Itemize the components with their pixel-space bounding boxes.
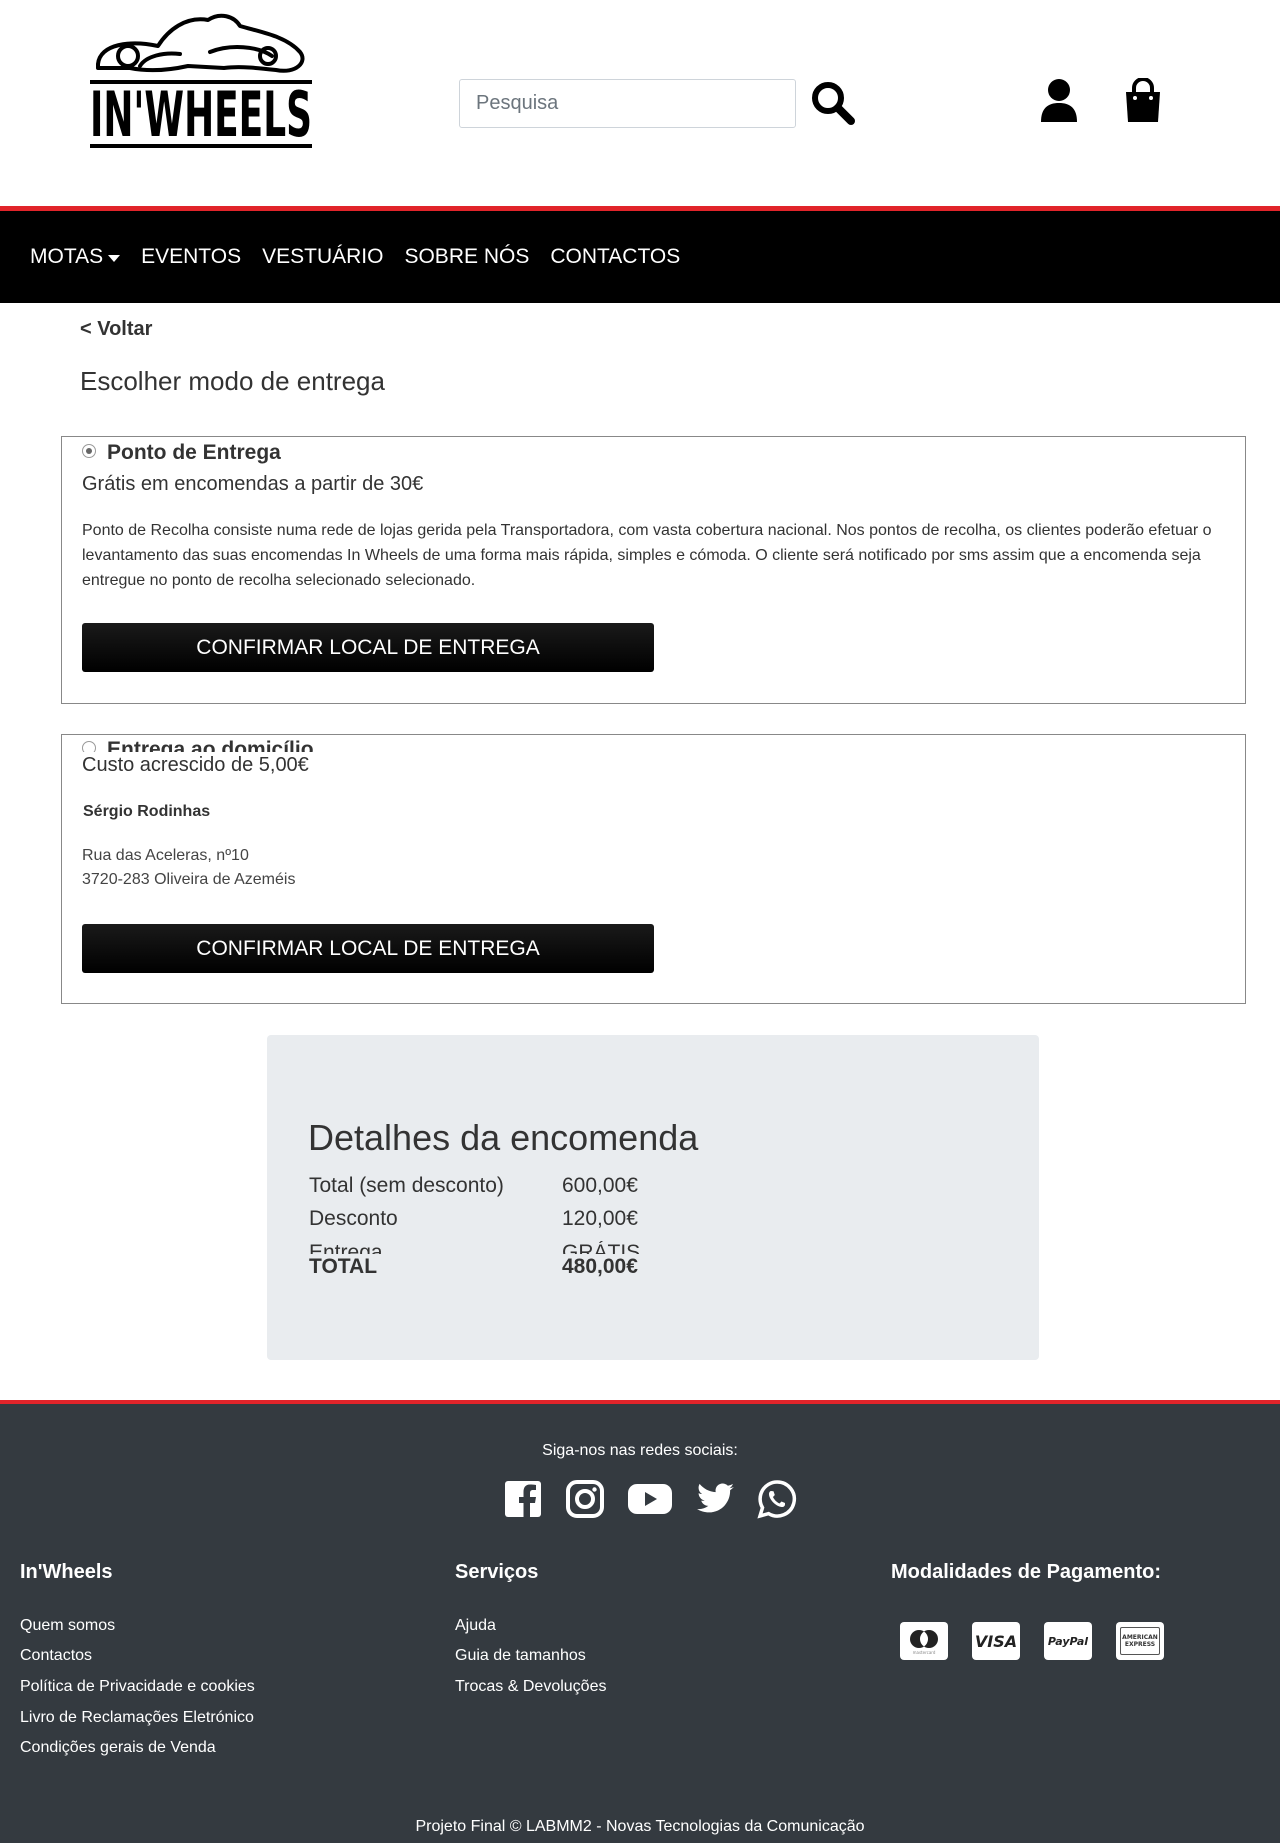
- order-total-label: TOTAL: [309, 1255, 378, 1278]
- nav-item-sobre-nos[interactable]: SOBRE NÓS: [404, 245, 529, 269]
- search-input[interactable]: [459, 79, 796, 128]
- confirm-pickup-button[interactable]: CONFIRMAR LOCAL DE ENTREGA: [82, 623, 654, 672]
- social-title: Siga-nos nas redes sociais:: [542, 1442, 738, 1459]
- facebook-icon[interactable]: [503, 1479, 543, 1519]
- nav-item-label: CONTACTOS: [550, 245, 681, 268]
- inwheels-logo[interactable]: IN'WHEELS: [90, 8, 320, 156]
- nav-item-vestuario[interactable]: VESTUÁRIO: [262, 245, 383, 269]
- footer-link[interactable]: Quem somos: [20, 1617, 115, 1635]
- footer-link[interactable]: Guia de tamanhos: [455, 1647, 586, 1665]
- order-row-value: GRÁTIS: [562, 1241, 641, 1254]
- search-icon[interactable]: [810, 80, 856, 126]
- order-row-label: Entrega: [309, 1241, 383, 1254]
- footer-col-title-servicos: Serviços: [455, 1561, 539, 1583]
- order-details-title: Detalhes da encomenda: [308, 1117, 699, 1158]
- amex-icon: AMERICAN EXPRESS: [1116, 1622, 1164, 1660]
- delivery-option-pickup: Ponto de Entrega Grátis em encomendas a …: [61, 436, 1246, 704]
- back-link[interactable]: < Voltar: [80, 318, 152, 341]
- footer-link[interactable]: Condições gerais de Venda: [20, 1739, 216, 1757]
- order-row-clip: Entrega GRÁTIS: [267, 1241, 1039, 1254]
- option-description: Ponto de Recolha consiste numa rede de l…: [82, 522, 1212, 589]
- page-title: Escolher modo de entrega: [80, 366, 385, 396]
- order-row-value: 600,00€: [562, 1174, 638, 1197]
- visa-icon: VISA: [972, 1622, 1020, 1660]
- svg-text:mastercard: mastercard: [913, 1650, 936, 1655]
- footer-col-title-inwheels: In'Wheels: [20, 1561, 113, 1583]
- site-header: IN'WHEELS: [0, 0, 1280, 206]
- site-footer: Siga-nos nas redes sociais: In'Wheels Qu…: [0, 1404, 1280, 1843]
- copyright: Projeto Final © LABMM2 - Novas Tecnologi…: [415, 1818, 865, 1835]
- footer-link[interactable]: Ajuda: [455, 1617, 496, 1635]
- footer-col-title-pagamento: Modalidades de Pagamento:: [891, 1561, 1162, 1583]
- shopping-bag-icon[interactable]: [1122, 77, 1164, 124]
- main-navbar: MOTAS EVENTOS VESTUÁRIO SOBRE NÓS CONTAC…: [0, 211, 1280, 303]
- footer-link[interactable]: Trocas & Devoluções: [455, 1678, 606, 1696]
- svg-text:IN'WHEELS: IN'WHEELS: [90, 78, 312, 151]
- footer-link[interactable]: Contactos: [20, 1647, 92, 1665]
- address-postal: 3720-283 Oliveira de Azeméis: [82, 871, 296, 888]
- pickup-radio[interactable]: [82, 444, 96, 458]
- order-row-label: Desconto: [309, 1207, 398, 1230]
- user-icon[interactable]: [1038, 78, 1080, 124]
- nav-item-contactos[interactable]: CONTACTOS: [550, 245, 680, 269]
- paypal-icon: PayPal: [1044, 1622, 1092, 1660]
- whatsapp-icon[interactable]: [757, 1479, 797, 1519]
- option-label: Ponto de Entrega: [107, 441, 281, 464]
- nav-item-label: EVENTOS: [141, 245, 242, 268]
- footer-link[interactable]: Livro de Reclamações Eletrónico: [20, 1709, 254, 1727]
- caret-down-icon: [108, 254, 121, 262]
- option-price: Custo acrescido de 5,00€: [82, 752, 315, 778]
- mastercard-icon: mastercard: [900, 1622, 948, 1660]
- address-street: Rua das Aceleras, nº10: [82, 847, 249, 864]
- order-row-value: 120,00€: [562, 1207, 638, 1230]
- option-price: Grátis em encomendas a partir de 30€: [82, 473, 424, 495]
- confirm-home-delivery-button[interactable]: CONFIRMAR LOCAL DE ENTREGA: [82, 924, 654, 973]
- nav-item-motas[interactable]: MOTAS: [30, 245, 121, 269]
- instagram-icon[interactable]: [565, 1479, 605, 1519]
- nav-item-label: SOBRE NÓS: [404, 245, 530, 268]
- order-details: Detalhes da encomenda Total (sem descont…: [267, 1035, 1039, 1360]
- order-row-label: Total (sem desconto): [309, 1174, 504, 1197]
- delivery-option-home: Entrega ao domicílio Custo acrescido de …: [61, 734, 1246, 1004]
- social-icons: [503, 1479, 819, 1519]
- footer-link[interactable]: Política de Privacidade e cookies: [20, 1678, 255, 1696]
- nav-item-label: VESTUÁRIO: [262, 245, 384, 268]
- youtube-icon[interactable]: [627, 1479, 673, 1519]
- order-total-value: 480,00€: [562, 1255, 638, 1278]
- twitter-icon[interactable]: [695, 1479, 735, 1519]
- nav-item-label: MOTAS: [30, 245, 104, 268]
- nav-item-eventos[interactable]: EVENTOS: [141, 245, 241, 269]
- recipient-name: Sérgio Rodinhas: [83, 803, 211, 820]
